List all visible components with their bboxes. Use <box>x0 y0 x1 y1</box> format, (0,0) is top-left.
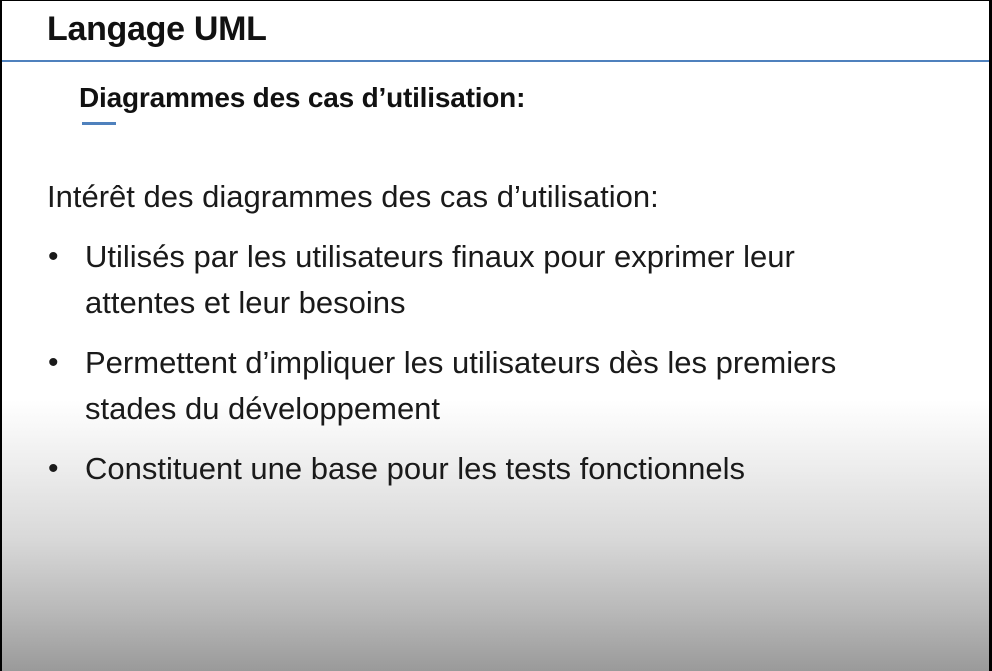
subtitle-accent-mark <box>82 122 116 125</box>
bullet-text-line: attentes et leur besoins <box>85 285 406 320</box>
bullet-text-line: Constituent une base pour les tests fonc… <box>85 451 746 486</box>
bullet-text-line: Utilisés par les utilisateurs finaux pou… <box>85 239 795 274</box>
bullet-icon: • <box>48 452 59 485</box>
bullet-text-line: stades du développement <box>85 391 441 426</box>
bullet-item: • Constituent une base pour les tests fo… <box>44 446 964 492</box>
bullet-icon: • <box>48 346 59 379</box>
title-underline-rule <box>0 60 992 62</box>
bullet-list: • Utilisés par les utilisateurs finaux p… <box>44 234 964 506</box>
slide-title: Langage UML <box>47 10 267 48</box>
bullet-item: • Permettent d’impliquer les utilisateur… <box>44 340 964 432</box>
bullet-icon: • <box>48 240 59 273</box>
bullet-text-line: Permettent d’impliquer les utilisateurs … <box>85 345 837 380</box>
intro-text: Intérêt des diagrammes des cas d’utilisa… <box>47 179 659 214</box>
slide-subtitle: Diagrammes des cas d’utilisation: <box>79 82 526 113</box>
bullet-item: • Utilisés par les utilisateurs finaux p… <box>44 234 964 326</box>
slide: Langage UML Diagrammes des cas d’utilisa… <box>0 0 992 671</box>
